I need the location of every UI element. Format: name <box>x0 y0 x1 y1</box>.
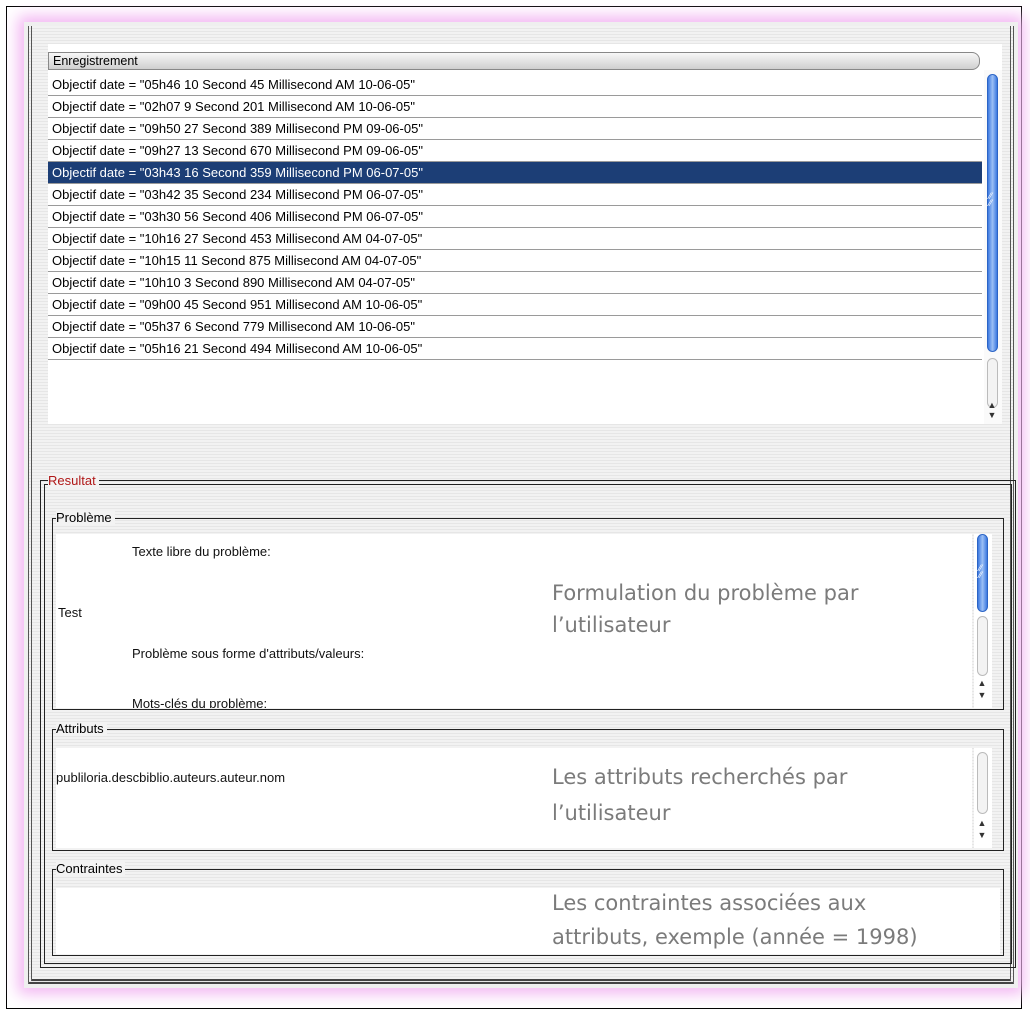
probleme-annotation-2: l’utilisateur <box>552 613 671 637</box>
list-column-header[interactable]: Enregistrement <box>48 52 980 70</box>
list-row[interactable]: Objectif date = "09h50 27 Second 389 Mil… <box>48 118 982 140</box>
scroll-up-arrow-icon[interactable]: ▲ <box>976 678 988 689</box>
probleme-scroll-track[interactable] <box>977 616 988 676</box>
free-text-label: Texte libre du problème: <box>132 544 271 559</box>
attr-values-label: Problème sous forme d'attributs/valeurs: <box>132 646 365 661</box>
list-row[interactable]: Objectif date = "09h00 45 Second 951 Mil… <box>48 294 982 316</box>
scroll-up-arrow-icon[interactable]: ▲ <box>976 818 988 829</box>
contraintes-text-area[interactable]: Les contraintes associées aux attributs,… <box>56 888 1000 954</box>
attributs-scrollbar[interactable]: ▲ ▼ <box>974 748 992 848</box>
probleme-text-area[interactable]: Texte libre du problème: Test Problème s… <box>56 534 972 708</box>
scroll-down-arrow-icon[interactable]: ▼ <box>976 830 988 841</box>
probleme-annotation-1: Formulation du problème par <box>552 581 859 605</box>
keywords-label: Mots-clés du problème: <box>132 696 268 708</box>
contraintes-annotation-1: Les contraintes associées aux <box>552 891 867 915</box>
list-row[interactable]: Objectif date = "09h27 13 Second 670 Mil… <box>48 140 982 162</box>
list-row[interactable]: Objectif date = "03h30 56 Second 406 Mil… <box>48 206 982 228</box>
attributs-legend: Attributs <box>56 722 107 736</box>
attributs-scroll-track[interactable] <box>977 752 988 814</box>
free-text-value: Test <box>58 605 82 620</box>
records-scroll-thumb[interactable]: ⁄⁄ ⁄⁄ <box>987 74 998 352</box>
contraintes-legend: Contraintes <box>56 862 126 876</box>
attribut-value: publiloria.descbiblio.auteurs.auteur.nom <box>56 770 286 785</box>
resultat-legend: Resultat <box>48 474 99 488</box>
list-row[interactable]: Objectif date = "03h42 35 Second 234 Mil… <box>48 184 982 206</box>
scroll-grip-icon: ⁄⁄ ⁄⁄ <box>989 191 993 208</box>
list-row[interactable]: Objectif date = "10h15 11 Second 875 Mil… <box>48 250 982 272</box>
records-list[interactable]: Enregistrement Objectif date = "05h46 10… <box>48 44 1002 424</box>
attributs-text-area[interactable]: publiloria.descbiblio.auteurs.auteur.nom… <box>56 748 972 848</box>
list-row[interactable]: Objectif date = "10h16 27 Second 453 Mil… <box>48 228 982 250</box>
contraintes-annotation-2: attributs, exemple (année = 1998) <box>552 925 918 949</box>
scroll-down-arrow-icon[interactable]: ▼ <box>986 410 998 421</box>
list-row[interactable]: Objectif date = "05h46 10 Second 45 Mill… <box>48 74 982 96</box>
probleme-scroll-thumb[interactable]: ⁄⁄ ⁄⁄ <box>977 534 988 612</box>
probleme-scrollbar[interactable]: ⁄⁄ ⁄⁄ ▲ ▼ <box>974 534 992 708</box>
records-scrollbar[interactable]: ⁄⁄ ⁄⁄ ▲ ▼ <box>984 70 1002 424</box>
attributs-annotation-1: Les attributs recherchés par <box>552 765 848 789</box>
list-row[interactable]: Objectif date = "02h07 9 Second 201 Mill… <box>48 96 982 118</box>
list-row[interactable]: Objectif date = "05h37 6 Second 779 Mill… <box>48 316 982 338</box>
scroll-down-arrow-icon[interactable]: ▼ <box>976 690 988 701</box>
scroll-grip-icon: ⁄⁄ ⁄⁄ <box>979 563 983 580</box>
list-row[interactable]: Objectif date = "10h10 3 Second 890 Mill… <box>48 272 982 294</box>
probleme-legend: Problème <box>56 511 115 525</box>
list-row[interactable]: Objectif date = "03h43 16 Second 359 Mil… <box>48 162 982 184</box>
attributs-annotation-2: l’utilisateur <box>552 801 671 825</box>
list-row[interactable]: Objectif date = "05h16 21 Second 494 Mil… <box>48 338 982 360</box>
